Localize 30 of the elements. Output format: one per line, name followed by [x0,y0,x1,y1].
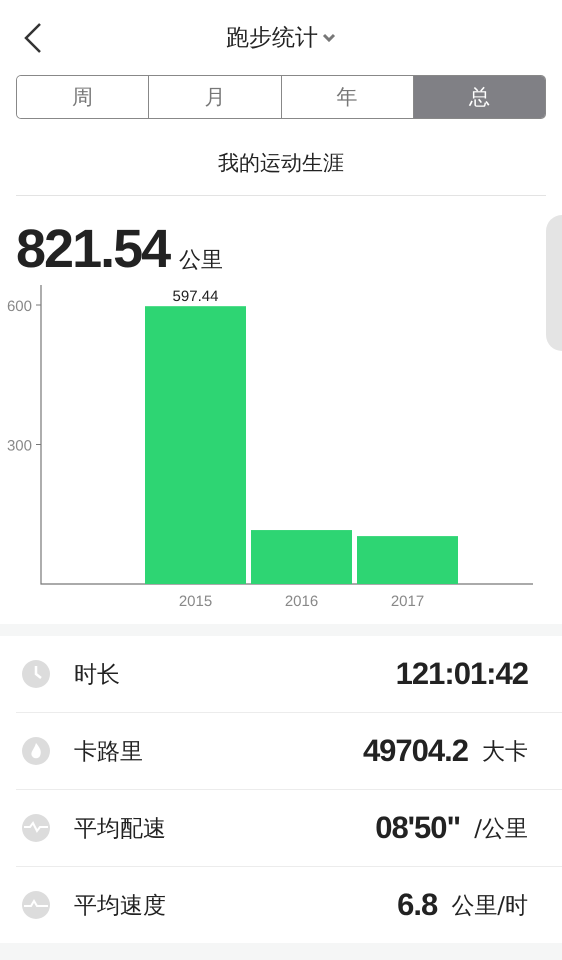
x-axis-label: 2016 [284,593,318,610]
side-handle[interactable] [546,215,562,351]
stat-value: 6.8 [397,887,438,923]
y-tick-label: 300 [6,438,32,454]
period-tab[interactable]: 周 [17,76,150,118]
stat-value: 08'50" [375,810,460,846]
back-button[interactable] [22,22,44,54]
pulse-icon [22,814,50,842]
pulse-icon [22,891,50,919]
y-tick-label: 600 [6,298,32,315]
stat-label: 时长 [74,660,121,690]
stat-unit: /公里 [474,814,528,844]
section-title: 我的运动生涯 [16,119,546,196]
stat-value: 121:01:42 [396,656,528,692]
bar-value-label: 597.44 [172,288,218,306]
chevron-down-icon [322,32,336,42]
stat-unit: 公里/时 [451,892,528,920]
clock-icon [22,660,50,688]
stat-label: 平均速度 [74,892,167,920]
flame-icon [22,737,50,765]
period-tab[interactable]: 总 [414,76,545,118]
x-axis-label: 2017 [390,593,424,610]
x-axis-label: 2015 [178,593,212,610]
total-distance: 821.54 [16,218,170,280]
title-dropdown[interactable]: 跑步统计 [226,22,336,53]
distance-unit: 公里 [179,247,224,275]
stat-value: 49704.2 [362,733,468,769]
stat-label: 卡路里 [74,738,144,766]
stat-unit: 大卡 [482,738,528,766]
stat-label: 平均配速 [74,814,167,844]
